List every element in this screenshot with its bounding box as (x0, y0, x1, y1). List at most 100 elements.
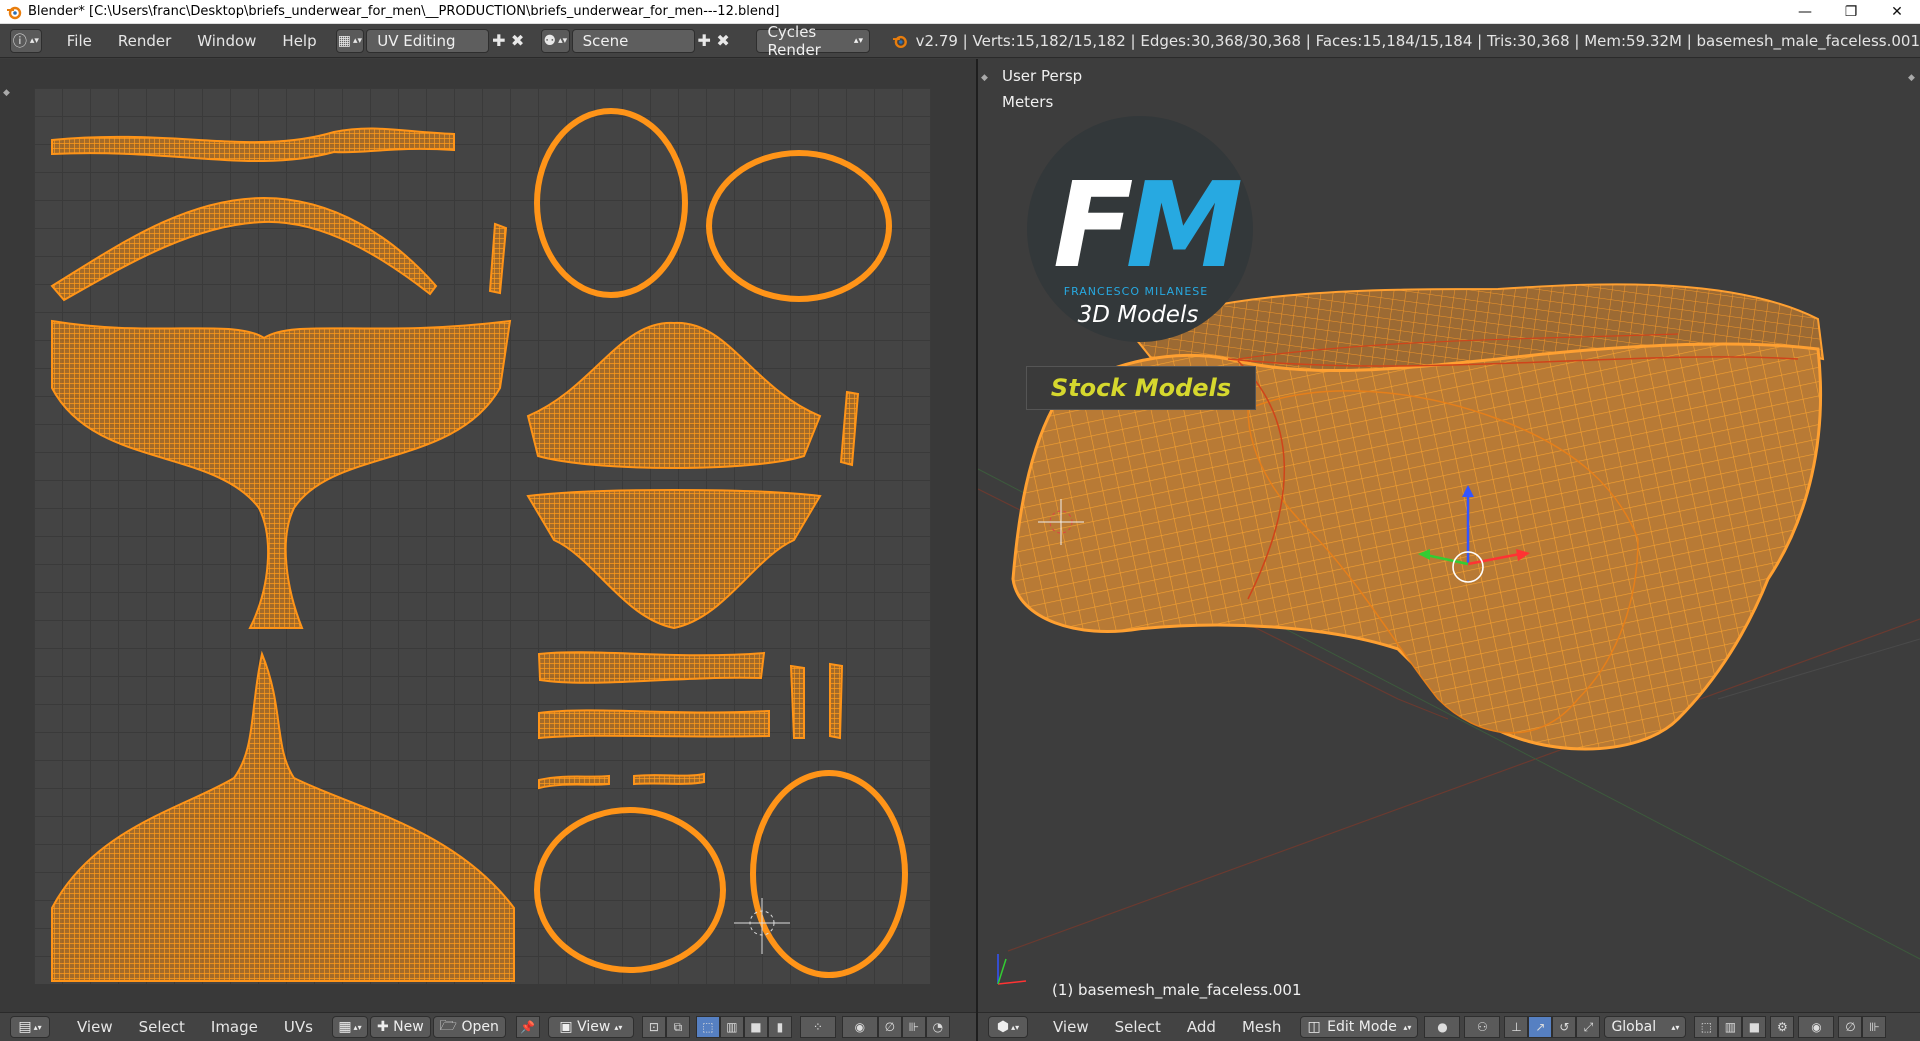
orientation-label: Global (1611, 1019, 1657, 1035)
scene-icon: ⚉ (543, 32, 557, 49)
uv-view-mode-label: View (577, 1019, 611, 1035)
scene-statistics: v2.79 | Verts:15,182/15,182 | Edges:30,3… (915, 31, 1920, 50)
snap-toggle-icon[interactable]: ∅ (877, 1016, 902, 1038)
uv-island-front-panel (51, 650, 515, 982)
editor-type-3d-button[interactable]: ⬢ ▴▾ (988, 1016, 1028, 1038)
proportional-edit-dropdown[interactable]: ◉ (841, 1016, 878, 1038)
scene-field[interactable]: Scene (571, 28, 695, 53)
edge-mode-icon[interactable]: ▥ (1718, 1016, 1743, 1038)
3d-menu-mesh[interactable]: Mesh (1229, 1018, 1295, 1036)
render-engine-label: Cycles Render (767, 22, 821, 59)
proportional-3d-dropdown[interactable]: ◉ (1798, 1016, 1835, 1038)
3d-viewport[interactable]: ◆ ◆ User Persp Meters FM FRANCESCO MILAN… (978, 59, 1920, 1012)
open-image-label: Open (461, 1019, 499, 1035)
axis-orientation-widget (997, 954, 1027, 985)
uv-menu-select[interactable]: Select (126, 1018, 198, 1036)
logo-author-name: FRANCESCO MILANESE (1063, 285, 1209, 298)
uv-island-strip-b (538, 709, 770, 740)
screen-layout-field[interactable]: UV Editing (366, 28, 490, 53)
vertex-mode-icon[interactable]: ⬚ (1694, 1016, 1719, 1038)
info-header: ⓘ ▴▾ File Render Window Help ▦ ▴▾ UV Editi… (0, 23, 1920, 59)
layout-grid-icon: ▦ (337, 32, 352, 49)
limit-selection-icon[interactable]: ⚙ (1770, 1016, 1795, 1038)
new-image-button[interactable]: ✚ New (369, 1016, 431, 1038)
new-image-label: New (393, 1019, 424, 1035)
3d-view-header: ⬢ ▴▾ View Select Add Mesh ◫ Edit Mode ▴▾ ● … (978, 1012, 1920, 1041)
3d-menu-select[interactable]: Select (1102, 1018, 1174, 1036)
close-window-button[interactable]: ✕ (1874, 0, 1920, 24)
active-object-label: (1) basemesh_male_faceless.001 (1052, 981, 1302, 999)
rotate-manipulator-icon[interactable]: ↺ (1552, 1016, 1577, 1038)
uv-channel-icon[interactable]: ◔ (925, 1016, 950, 1038)
minimize-button[interactable]: — (1782, 0, 1828, 24)
uv-island-pouch-top (526, 321, 822, 469)
render-engine-dropdown[interactable]: Cycles Render ▴▾ (756, 23, 870, 59)
stock-models-badge: Stock Models (1026, 366, 1256, 410)
3d-menu-view[interactable]: View (1040, 1018, 1102, 1036)
3d-menu-add[interactable]: Add (1174, 1018, 1229, 1036)
remove-screen-icon[interactable]: ✖ (508, 29, 527, 53)
folder-icon: 🗁 (439, 1018, 458, 1034)
editor-type-info-button[interactable]: ⓘ ▴▾ (10, 28, 42, 53)
snap-3d-element-icon[interactable]: ⊪ (1862, 1016, 1887, 1038)
snap-element-icon[interactable]: ⊪ (901, 1016, 926, 1038)
island-select-icon[interactable]: ▮ (767, 1016, 792, 1038)
uv-image-editor[interactable]: ◆ (0, 59, 976, 1012)
scene-selector[interactable]: ⚉ ▴▾ (541, 28, 570, 53)
info-icon: ⓘ (12, 33, 27, 50)
edge-select-icon[interactable]: ▥ (719, 1016, 744, 1038)
add-scene-icon[interactable]: ✚ (695, 29, 714, 53)
scale-manipulator-icon[interactable]: ⤢ (1576, 1016, 1601, 1038)
menu-render[interactable]: Render (105, 29, 184, 53)
add-screen-icon[interactable]: ✚ (489, 29, 508, 53)
uv-island-strip-d (829, 662, 844, 740)
pivot-icon[interactable]: ⊡ (641, 1016, 666, 1038)
uv-canvas[interactable] (34, 88, 931, 984)
viewport-shading-dropdown[interactable]: ● (1424, 1016, 1461, 1038)
uv-view-mode-dropdown[interactable]: ▣ View ▴▾ (547, 1016, 634, 1038)
manipulator-toggle-icon[interactable]: ⊥ (1504, 1016, 1529, 1038)
uv-island-leg-ring-4 (750, 770, 908, 978)
uv-island-strip-f (633, 772, 705, 786)
transform-orientation-dropdown[interactable]: Global ▴▾ (1604, 1016, 1687, 1038)
image-editor-icon: ▤ (18, 1019, 32, 1035)
image-browse-button[interactable]: ▦ ▴▾ (331, 1016, 368, 1038)
face-select-icon[interactable]: ■ (743, 1016, 768, 1038)
pin-icon[interactable]: 📌 (515, 1016, 540, 1038)
menu-help[interactable]: Help (269, 29, 329, 53)
uv-island-waistband-curve (50, 196, 438, 302)
uv-editor-header: ▤ ▴▾ View Select Image UVs ▦ ▴▾ ✚ New 🗁 Op… (0, 1012, 976, 1041)
plus-icon: ✚ (376, 1019, 389, 1035)
uv-menu-uvs[interactable]: UVs (271, 1018, 326, 1036)
uv-island-leg-ring-1 (534, 108, 688, 298)
uv-menu-view[interactable]: View (64, 1018, 126, 1036)
mode-dropdown[interactable]: ◫ Edit Mode ▴▾ (1300, 1016, 1419, 1038)
uv-island-leg-ring-3 (534, 807, 726, 973)
uv-island-small-strip-1 (488, 222, 508, 295)
uv-island-strip-c (789, 664, 805, 739)
uv-island-waistband-top (51, 127, 455, 162)
sticky-select-dropdown[interactable]: ⁘ (799, 1016, 836, 1038)
open-image-button[interactable]: 🗁 Open (432, 1016, 506, 1038)
toolshelf-expand-icon[interactable]: ◆ (3, 88, 13, 98)
uv-menu-image[interactable]: Image (198, 1018, 271, 1036)
blender-app-icon (7, 6, 22, 19)
remove-scene-icon[interactable]: ✖ (714, 29, 733, 53)
face-mode-icon[interactable]: ■ (1742, 1016, 1767, 1038)
editor-type-uv-button[interactable]: ▤ ▴▾ (10, 1016, 50, 1038)
logo-subtitle: 3D Models (1077, 302, 1199, 328)
menu-window[interactable]: Window (184, 29, 269, 53)
snap-3d-icon[interactable]: ∅ (1838, 1016, 1863, 1038)
vertex-select-icon[interactable]: ⬚ (695, 1016, 720, 1038)
pivot-point-dropdown[interactable]: ⚇ (1464, 1016, 1501, 1038)
uv-island-back-panel (51, 319, 512, 629)
screen-layout-selector[interactable]: ▦ ▴▾ (335, 28, 365, 53)
uv-islands (50, 108, 908, 982)
restore-button[interactable]: ❐ (1828, 0, 1874, 24)
image-browse-icon: ▦ (338, 1019, 352, 1035)
sync-selection-icon[interactable]: ⧉ (665, 1016, 690, 1038)
mode-label: Edit Mode (1327, 1019, 1397, 1035)
menu-file[interactable]: File (54, 29, 105, 53)
window-title: Blender* [C:\Users\franc\Desktop\briefs_… (28, 4, 780, 19)
translate-manipulator-icon[interactable]: ↗ (1528, 1016, 1553, 1038)
